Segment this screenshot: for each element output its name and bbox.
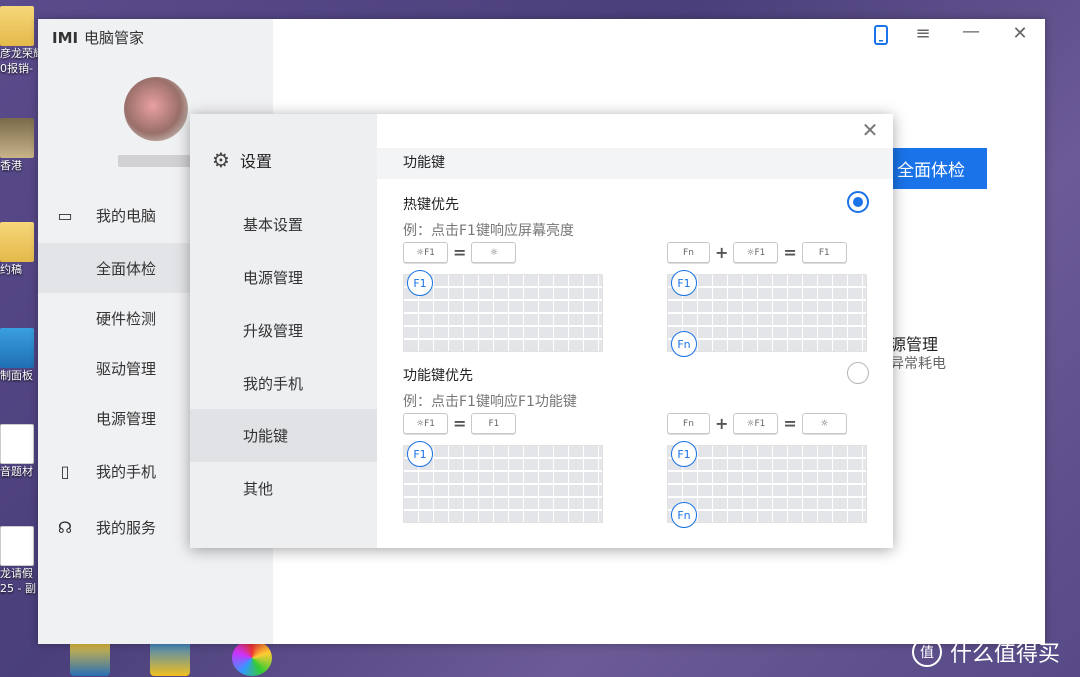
settings-dialog: ⚙ 设置 基本设置 电源管理 升级管理 我的手机 功能键 其他 ✕ 功能键 热键… [190,114,893,548]
close-dialog-icon[interactable]: ✕ [858,118,882,142]
nav-label: 电源管理 [96,409,157,428]
desktop-icon-doc-2[interactable]: 龙请假 25 - 副 [0,526,40,596]
option-fnkey-title: 功能键优先 [403,368,473,384]
settings-sidebar: ⚙ 设置 基本设置 电源管理 升级管理 我的手机 功能键 其他 [190,114,377,548]
key-fn: Fn [667,242,710,263]
nav-label: 全面体检 [96,259,157,278]
desktop-icon-label: 音题材 [0,465,33,478]
plus-sign: + [715,243,729,262]
watermark-logo-icon: 值 [912,637,942,667]
desktop-icon-folder[interactable]: 彦龙荣耀 0报销- [0,6,40,76]
power-manage-subtitle: 异常耗电 [890,356,946,372]
option-fnkey-desc: 例：点击F1键响应F1功能键 [403,394,577,410]
key-brightness-f1: ☼ F1 [403,413,448,434]
desktop-icon-control-panel[interactable]: 制面板 [0,328,40,383]
settings-title: 设置 [239,152,272,171]
equals-sign: = [453,243,467,262]
desktop-icon-doc[interactable]: 音题材 [0,424,40,479]
keyboard-illustration [403,274,603,352]
desktop-icon-photo[interactable]: 香港 [0,118,40,173]
plus-sign: + [715,414,729,433]
shortcut-icon[interactable] [70,640,110,676]
desktop-icon-label: 0报销- [0,62,33,75]
gear-icon: ⚙ [212,148,230,172]
key-f1: F1 [801,242,847,263]
app-logo: IMI [52,29,79,47]
keyboard-illustration [667,445,867,523]
settings-item-function-key[interactable]: 功能键 [190,409,377,462]
phone-icon: ▯ [60,461,70,481]
desktop-icon-label: 25 - 副 [0,582,36,595]
key-fn: Fn [667,413,710,434]
control-panel-icon [0,328,34,368]
key-brightness-f1: ☼ F1 [403,242,448,263]
folder-icon [0,6,34,46]
settings-header: ⚙ 设置 [212,148,272,172]
desktop-icon-folder-2[interactable]: 约稿 [0,222,40,277]
phone-link-icon[interactable] [866,25,896,50]
watermark-text: 什么值得买 [950,642,1061,667]
menu-icon[interactable]: ≡ [908,23,938,44]
folder-icon [0,222,34,262]
option-hotkey-title: 热键优先 [403,197,459,213]
hotkey-left-combo: ☼ F1 = ☼ [403,242,517,263]
settings-item-power[interactable]: 电源管理 [190,251,377,304]
equals-sign: = [783,414,797,433]
document-icon [0,526,34,566]
key-brightness: ☼ [801,413,847,434]
minimize-icon[interactable]: — [956,21,986,42]
f1-badge: F1 [671,270,697,296]
settings-item-other[interactable]: 其他 [190,462,377,515]
desktop-icon-label: 制面板 [0,369,33,382]
desktop-icon-label: 香港 [0,159,22,172]
fn-badge: Fn [671,502,697,528]
option-fnkey-radio[interactable] [847,362,869,384]
nav-label: 我的手机 [96,462,157,481]
key-brightness-f1: ☼ F1 [733,413,779,434]
option-hotkey-radio[interactable] [847,191,869,213]
nav-label: 我的服务 [96,518,157,537]
fnkey-left-combo: ☼ F1 = F1 [403,413,517,434]
fnkey-right-combo: Fn + ☼ F1 = ☼ [667,413,847,434]
desktop-icon-label: 彦龙荣耀 [0,47,40,60]
nav-label: 驱动管理 [96,359,157,378]
username [118,155,196,167]
nav-label: 硬件检测 [96,309,157,328]
keyboard-illustration [667,274,867,352]
watermark: 值 什么值得买 [912,636,1060,668]
key-f1: F1 [471,413,517,434]
keyboard-illustration [403,445,603,523]
power-manage-title[interactable]: 源管理 [890,331,938,355]
desktop-icon-label: 龙请假 [0,567,33,580]
app-title: 电脑管家 [84,29,145,47]
equals-sign: = [453,414,467,433]
section-title: 功能键 [377,148,893,179]
key-brightness: ☼ [471,242,517,263]
document-icon [0,424,34,464]
headset-icon: ☊ [57,517,73,537]
settings-item-basic[interactable]: 基本设置 [190,198,377,251]
desktop-icons: 彦龙荣耀 0报销- 香港 约稿 制面板 音题材 龙请假 25 - 副 [0,0,40,677]
photo-icon [0,118,34,158]
nav-label: 我的电脑 [96,206,157,225]
hotkey-right-combo: Fn + ☼ F1 = F1 [667,242,847,263]
f1-badge: F1 [671,441,697,467]
option-hotkey-desc: 例：点击F1键响应屏幕亮度 [403,223,574,239]
color-wheel-icon[interactable] [232,640,272,676]
close-window-icon[interactable]: ✕ [1005,23,1035,44]
settings-item-phone[interactable]: 我的手机 [190,357,377,410]
f1-badge: F1 [407,270,433,296]
laptop-icon: ▭ [57,205,73,225]
equals-sign: = [783,243,797,262]
avatar[interactable] [124,77,188,141]
desktop-icon-label: 约稿 [0,263,22,276]
fn-badge: Fn [671,331,697,357]
settings-item-upgrade[interactable]: 升级管理 [190,304,377,357]
shortcut-icon[interactable] [150,640,190,676]
f1-badge: F1 [407,441,433,467]
key-brightness-f1: ☼ F1 [733,242,779,263]
